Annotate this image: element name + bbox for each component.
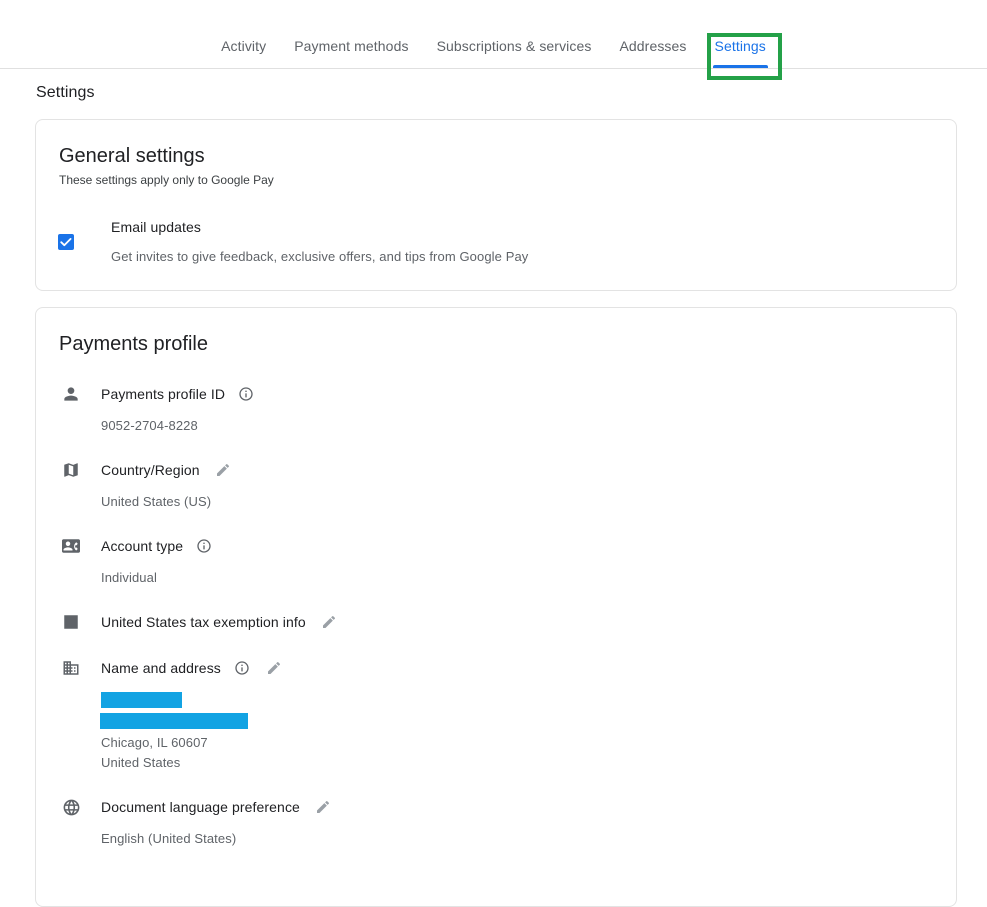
row-name-and-address-label: Name and address bbox=[101, 660, 221, 676]
redacted-name-bar bbox=[101, 692, 182, 708]
address-city-state-zip: Chicago, IL 60607 bbox=[101, 735, 208, 750]
row-document-language-preference-value: English (United States) bbox=[101, 831, 237, 846]
tab-activity[interactable]: Activity bbox=[207, 38, 280, 68]
list-icon bbox=[59, 610, 83, 634]
row-account-type: Account type Individual bbox=[36, 534, 956, 610]
contact-card-icon bbox=[59, 534, 83, 558]
email-updates-checkbox[interactable] bbox=[58, 234, 74, 250]
row-name-and-address-value: Chicago, IL 60607 United States bbox=[100, 680, 956, 773]
redacted-street-bar bbox=[100, 713, 248, 729]
row-account-type-body: Account type Individual bbox=[83, 534, 956, 588]
email-updates-text: Email updates Get invites to give feedba… bbox=[74, 217, 528, 266]
row-country-region: Country/Region United States (US) bbox=[36, 458, 956, 534]
edit-pencil-icon[interactable] bbox=[320, 613, 338, 631]
row-account-type-value: Individual bbox=[101, 570, 157, 585]
row-tax-exemption-info-label: United States tax exemption info bbox=[101, 614, 306, 630]
row-tax-exemption-info-head: United States tax exemption info bbox=[101, 610, 956, 634]
email-updates-description: Get invites to give feedback, exclusive … bbox=[111, 249, 529, 264]
row-payments-profile-id: Payments profile ID 9052-2704-8228 bbox=[36, 382, 956, 458]
tab-list: Activity Payment methods Subscriptions &… bbox=[0, 38, 987, 68]
row-payments-profile-id-body: Payments profile ID 9052-2704-8228 bbox=[83, 382, 956, 436]
globe-icon bbox=[59, 795, 83, 819]
address-country: United States bbox=[101, 755, 181, 770]
row-payments-profile-id-label: Payments profile ID bbox=[101, 386, 226, 402]
info-icon[interactable] bbox=[237, 385, 255, 403]
person-icon bbox=[59, 382, 83, 406]
row-name-and-address-head: Name and address bbox=[101, 656, 956, 680]
tab-payment-methods-label: Payment methods bbox=[294, 38, 409, 54]
row-country-region-head: Country/Region bbox=[101, 458, 956, 482]
top-navigation-bar: Activity Payment methods Subscriptions &… bbox=[0, 0, 987, 80]
map-icon bbox=[59, 458, 83, 482]
info-icon[interactable] bbox=[195, 537, 213, 555]
row-country-region-body: Country/Region United States (US) bbox=[83, 458, 956, 512]
row-document-language-preference: Document language preference English (Un… bbox=[36, 795, 956, 849]
email-updates-label: Email updates bbox=[111, 219, 202, 235]
row-tax-exemption-info: United States tax exemption info bbox=[36, 610, 956, 656]
edit-pencil-icon[interactable] bbox=[265, 659, 283, 677]
general-settings-card: General settings These settings apply on… bbox=[35, 119, 957, 291]
payments-profile-rows: Payments profile ID 9052-2704-8228 Count… bbox=[36, 356, 956, 879]
info-icon[interactable] bbox=[233, 659, 251, 677]
tab-settings[interactable]: Settings bbox=[701, 38, 780, 68]
row-document-language-preference-head: Document language preference bbox=[101, 795, 956, 819]
tab-addresses[interactable]: Addresses bbox=[605, 38, 700, 68]
row-payments-profile-id-value: 9052-2704-8228 bbox=[101, 418, 198, 433]
payments-profile-title: Payments profile bbox=[59, 333, 208, 355]
row-account-type-head: Account type bbox=[101, 534, 956, 558]
row-document-language-preference-body: Document language preference English (Un… bbox=[83, 795, 956, 849]
tab-activity-label: Activity bbox=[221, 38, 267, 54]
tab-addresses-label: Addresses bbox=[619, 38, 687, 54]
tab-subscriptions-and-services[interactable]: Subscriptions & services bbox=[423, 38, 606, 68]
row-account-type-label: Account type bbox=[101, 538, 184, 554]
building-icon bbox=[59, 656, 83, 680]
row-tax-exemption-info-body: United States tax exemption info bbox=[83, 610, 956, 634]
row-country-region-label: Country/Region bbox=[101, 462, 200, 478]
payments-profile-card: Payments profile Payments profile ID 905… bbox=[35, 307, 957, 907]
email-updates-row: Email updates Get invites to give feedba… bbox=[36, 188, 956, 266]
general-settings-subtitle: These settings apply only to Google Pay bbox=[59, 173, 274, 187]
row-country-region-value: United States (US) bbox=[101, 494, 212, 509]
tab-payment-methods[interactable]: Payment methods bbox=[280, 38, 422, 68]
edit-pencil-icon[interactable] bbox=[214, 461, 232, 479]
tab-subscriptions-and-services-label: Subscriptions & services bbox=[436, 38, 592, 54]
row-name-and-address-body: Name and address Chicago, IL 60607 Unite… bbox=[83, 656, 956, 773]
tab-settings-label: Settings bbox=[714, 38, 766, 54]
page-title: Settings bbox=[36, 84, 95, 101]
row-name-and-address: Name and address Chicago, IL 60607 Unite… bbox=[36, 656, 956, 795]
row-document-language-preference-label: Document language preference bbox=[101, 799, 300, 815]
general-settings-title: General settings bbox=[59, 145, 205, 167]
edit-pencil-icon[interactable] bbox=[314, 798, 332, 816]
row-payments-profile-id-head: Payments profile ID bbox=[101, 382, 956, 406]
